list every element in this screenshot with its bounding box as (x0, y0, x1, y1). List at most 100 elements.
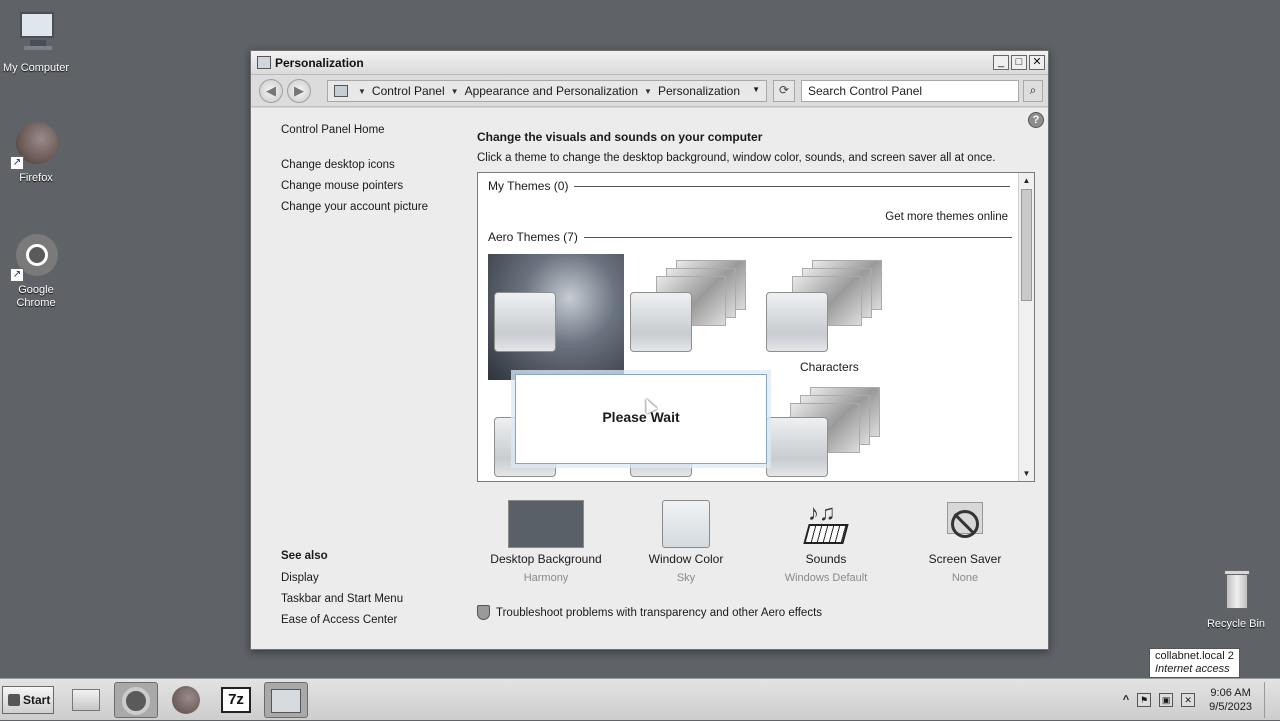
desktop-icon-label: Firefox (19, 172, 53, 184)
recycle-bin-icon (1212, 566, 1260, 614)
scroll-thumb[interactable] (1021, 189, 1032, 301)
control-panel-home-link[interactable]: Control Panel Home (281, 124, 385, 136)
control-panel-icon (257, 56, 271, 69)
ease-of-access-link[interactable]: Ease of Access Center (281, 614, 397, 626)
refresh-button[interactable]: ⟳ (773, 80, 795, 102)
chevron-down-icon[interactable]: ▼ (358, 87, 366, 96)
page-title: Change the visuals and sounds on your co… (477, 130, 763, 144)
theme-color-swatch (766, 292, 828, 352)
window-color-label: Window Color (648, 552, 724, 566)
display-link[interactable]: Display (281, 572, 319, 584)
get-more-themes-link[interactable]: Get more themes online (885, 211, 1008, 223)
file-manager-icon (72, 689, 100, 711)
divider (583, 236, 1012, 238)
please-wait-dialog: Please Wait (511, 370, 771, 468)
content-area: Control Panel Home Change desktop icons … (251, 108, 1048, 649)
theme-item[interactable]: Characters (764, 258, 894, 374)
clock-time: 9:06 AM (1210, 687, 1251, 699)
my-themes-label: My Themes (0) (488, 179, 569, 193)
screen-saver-item[interactable]: Screen Saver None (900, 500, 1030, 584)
desktop-icon-my-computer[interactable]: My Computer (0, 10, 76, 75)
desktop-icon-google-chrome[interactable]: ↗ Google Chrome (0, 232, 76, 310)
network-tooltip: collabnet.local 2 Internet access (1149, 648, 1240, 678)
theme-list-scrollbar[interactable]: ▲ ▼ (1018, 173, 1034, 481)
taskbar-start-menu-link[interactable]: Taskbar and Start Menu (281, 593, 403, 605)
taskbar: Start 7z ^ ⚑ ▣ ✕ 9:06 AM 9/5/2023 (0, 678, 1280, 720)
breadcrumb-item-personalization[interactable]: Personalization (658, 84, 740, 98)
chrome-icon (122, 687, 150, 715)
taskbar-item-file-manager[interactable] (64, 682, 108, 718)
search-icon[interactable]: ⌕ (1023, 80, 1043, 102)
shortcut-arrow-icon: ↗ (10, 156, 24, 170)
scroll-down-arrow-icon[interactable]: ▼ (1019, 466, 1034, 481)
theme-item[interactable] (628, 258, 758, 358)
desktop-background-item[interactable]: Desktop Background Harmony (481, 500, 611, 584)
sounds-item[interactable]: ♪♫ Sounds Windows Default (761, 500, 891, 584)
chrome-icon: ↗ (10, 232, 60, 282)
page-subtitle: Click a theme to change the desktop back… (477, 152, 996, 164)
show-desktop-button[interactable] (1264, 682, 1274, 718)
show-hidden-icons-button[interactable]: ^ (1123, 694, 1129, 706)
breadcrumb-item-appearance[interactable]: Appearance and Personalization (465, 84, 638, 98)
search-input[interactable]: Search Control Panel (801, 80, 1019, 102)
theme-item[interactable] (488, 254, 624, 380)
7zip-icon: 7z (221, 687, 251, 713)
theme-color-swatch (766, 417, 828, 477)
system-tray: ^ ⚑ ▣ ✕ 9:06 AM 9/5/2023 (1123, 679, 1274, 721)
sounds-label: Sounds (805, 552, 847, 566)
taskbar-item-7zip[interactable]: 7z (214, 682, 258, 718)
shield-icon (477, 605, 490, 620)
back-button[interactable]: ◀ (259, 79, 283, 103)
forward-button[interactable]: ▶ (287, 79, 311, 103)
taskbar-item-chrome[interactable] (114, 682, 158, 718)
troubleshoot-label: Troubleshoot problems with transparency … (496, 606, 823, 619)
change-account-picture-link[interactable]: Change your account picture (281, 201, 428, 213)
screen-saver-none-icon (941, 500, 989, 548)
volume-muted-icon[interactable]: ✕ (1181, 693, 1196, 707)
change-desktop-icons-link[interactable]: Change desktop icons (281, 159, 395, 171)
network-icon[interactable]: ▣ (1159, 693, 1174, 707)
title-bar[interactable]: Personalization _ □ ✕ (251, 51, 1048, 75)
see-also-heading: See also (281, 550, 328, 562)
desktop-background-label: Desktop Background (490, 552, 602, 566)
chevron-down-icon[interactable]: ▼ (644, 87, 652, 96)
shortcut-arrow-icon: ↗ (10, 268, 24, 282)
divider (574, 185, 1011, 187)
taskbar-item-firefox[interactable] (164, 682, 208, 718)
desktop-icon-firefox[interactable]: ↗ Firefox (0, 120, 76, 185)
desktop-icon-recycle-bin[interactable]: Recycle Bin (1196, 566, 1276, 631)
window-color-item[interactable]: Window Color Sky (621, 500, 751, 584)
theme-item[interactable] (764, 385, 894, 481)
desktop-background-value: Harmony (523, 572, 569, 584)
theme-name: Characters (800, 360, 859, 374)
tooltip-network-name: collabnet.local 2 (1155, 650, 1234, 662)
help-icon[interactable]: ? (1028, 112, 1044, 128)
action-center-flag-icon[interactable]: ⚑ (1137, 693, 1152, 707)
please-wait-text: Please Wait (602, 409, 680, 425)
chevron-down-icon[interactable]: ▼ (451, 87, 459, 96)
theme-color-swatch (630, 292, 692, 352)
control-panel-icon (271, 689, 301, 713)
desktop-icon-label: Google Chrome (16, 284, 56, 309)
troubleshoot-link[interactable]: Troubleshoot problems with transparency … (477, 605, 822, 620)
computer-icon (12, 10, 60, 58)
maximize-button[interactable]: □ (1011, 55, 1027, 70)
tooltip-network-status: Internet access (1155, 663, 1230, 675)
clock[interactable]: 9:06 AM 9/5/2023 (1209, 686, 1252, 714)
close-button[interactable]: ✕ (1029, 55, 1045, 70)
breadcrumb[interactable]: ▼ Control Panel ▼ Appearance and Persona… (327, 80, 767, 102)
music-keyboard-icon: ♪♫ (802, 500, 850, 548)
change-mouse-pointers-link[interactable]: Change mouse pointers (281, 180, 403, 192)
breadcrumb-item-control-panel[interactable]: Control Panel (372, 84, 445, 98)
window-color-value: Sky (676, 572, 696, 584)
windows-logo-icon (8, 694, 20, 706)
scroll-up-arrow-icon[interactable]: ▲ (1019, 173, 1034, 188)
desktop-icon-label: My Computer (2, 62, 70, 74)
minimize-button[interactable]: _ (993, 55, 1009, 70)
my-themes-header: My Themes (0) (488, 179, 1011, 193)
firefox-icon: ↗ (10, 120, 60, 170)
start-button[interactable]: Start (2, 686, 54, 714)
taskbar-item-control-panel[interactable] (264, 682, 308, 718)
address-dropdown-icon[interactable]: ▼ (752, 85, 760, 94)
screen-saver-value: None (951, 572, 979, 584)
